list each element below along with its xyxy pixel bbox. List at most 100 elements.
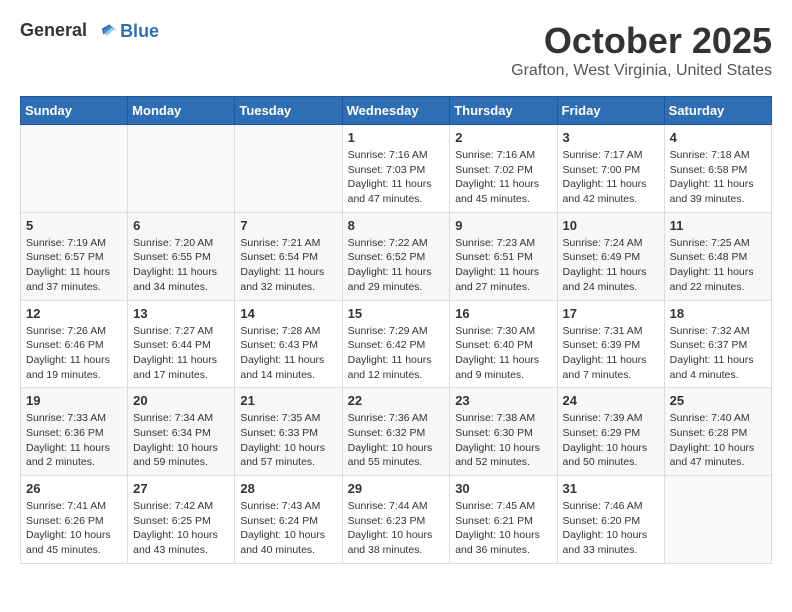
day-number: 29	[348, 481, 445, 496]
day-number: 22	[348, 393, 445, 408]
day-number: 11	[670, 218, 766, 233]
day-number: 25	[670, 393, 766, 408]
day-number: 12	[26, 306, 122, 321]
day-info: Sunrise: 7:43 AM Sunset: 6:24 PM Dayligh…	[240, 499, 336, 558]
day-info: Sunrise: 7:31 AM Sunset: 6:39 PM Dayligh…	[563, 324, 659, 383]
day-info: Sunrise: 7:23 AM Sunset: 6:51 PM Dayligh…	[455, 236, 551, 295]
calendar-week-1: 1Sunrise: 7:16 AM Sunset: 7:03 PM Daylig…	[21, 125, 772, 213]
day-info: Sunrise: 7:46 AM Sunset: 6:20 PM Dayligh…	[563, 499, 659, 558]
day-info: Sunrise: 7:19 AM Sunset: 6:57 PM Dayligh…	[26, 236, 122, 295]
day-info: Sunrise: 7:41 AM Sunset: 6:26 PM Dayligh…	[26, 499, 122, 558]
calendar-cell: 30 Sunrise: 7:45 AM Sunset: 6:21 PM Dayli…	[450, 476, 557, 564]
day-info: Sunrise: 7:42 AM Sunset: 6:25 PM Dayligh…	[133, 499, 229, 558]
day-info: Sunrise: 7:21 AM Sunset: 6:54 PM Dayligh…	[240, 236, 336, 295]
day-number: 27	[133, 481, 229, 496]
day-info: Sunrise: 7:20 AM Sunset: 6:55 PM Dayligh…	[133, 236, 229, 295]
day-number: 16	[455, 306, 551, 321]
calendar-cell: 19Sunrise: 7:33 AM Sunset: 6:36 PM Dayli…	[21, 388, 128, 476]
day-info: Sunrise: 7:26 AM Sunset: 6:46 PM Dayligh…	[26, 324, 122, 383]
calendar-cell: 31Sunrise: 7:46 AM Sunset: 6:20 PM Dayli…	[557, 476, 664, 564]
calendar-cell: 2 Sunrise: 7:16 AM Sunset: 7:02 PM Daylig…	[450, 125, 557, 213]
day-info: Sunrise: 7:25 AM Sunset: 6:48 PM Dayligh…	[670, 236, 766, 295]
day-number: 5	[26, 218, 122, 233]
calendar-header-thursday: Thursday	[450, 97, 557, 125]
calendar-cell: 3 Sunrise: 7:17 AM Sunset: 7:00 PM Daylig…	[557, 125, 664, 213]
day-info: Sunrise: 7:16 AM Sunset: 7:02 PM Dayligh…	[455, 148, 551, 207]
calendar-cell: 5 Sunrise: 7:19 AM Sunset: 6:57 PM Daylig…	[21, 212, 128, 300]
day-number: 30	[455, 481, 551, 496]
calendar-cell: 16 Sunrise: 7:30 AM Sunset: 6:40 PM Dayli…	[450, 300, 557, 388]
day-number: 23	[455, 393, 551, 408]
day-info: Sunrise: 7:40 AM Sunset: 6:28 PM Dayligh…	[670, 411, 766, 470]
calendar-cell: 1Sunrise: 7:16 AM Sunset: 7:03 PM Daylig…	[342, 125, 450, 213]
calendar-header-monday: Monday	[128, 97, 235, 125]
day-number: 18	[670, 306, 766, 321]
page-header: General Blue October 2025 Grafton, West …	[20, 20, 772, 80]
day-info: Sunrise: 7:18 AM Sunset: 6:58 PM Dayligh…	[670, 148, 766, 207]
calendar-week-2: 5 Sunrise: 7:19 AM Sunset: 6:57 PM Daylig…	[21, 212, 772, 300]
day-number: 9	[455, 218, 551, 233]
location: Grafton, West Virginia, United States	[511, 62, 772, 80]
day-info: Sunrise: 7:34 AM Sunset: 6:34 PM Dayligh…	[133, 411, 229, 470]
day-number: 26	[26, 481, 122, 496]
calendar-cell	[21, 125, 128, 213]
calendar-week-5: 26 Sunrise: 7:41 AM Sunset: 6:26 PM Dayli…	[21, 476, 772, 564]
logo-bird-icon	[96, 20, 118, 42]
day-info: Sunrise: 7:24 AM Sunset: 6:49 PM Dayligh…	[563, 236, 659, 295]
calendar-cell: 24 Sunrise: 7:39 AM Sunset: 6:29 PM Dayli…	[557, 388, 664, 476]
calendar-cell: 17 Sunrise: 7:31 AM Sunset: 6:39 PM Dayli…	[557, 300, 664, 388]
day-info: Sunrise: 7:22 AM Sunset: 6:52 PM Dayligh…	[348, 236, 445, 295]
day-number: 4	[670, 130, 766, 145]
calendar-header-row: SundayMondayTuesdayWednesdayThursdayFrid…	[21, 97, 772, 125]
day-info: Sunrise: 7:27 AM Sunset: 6:44 PM Dayligh…	[133, 324, 229, 383]
calendar-cell: 14 Sunrise: 7:28 AM Sunset: 6:43 PM Dayli…	[235, 300, 342, 388]
day-number: 24	[563, 393, 659, 408]
day-info: Sunrise: 7:33 AM Sunset: 6:36 PM Dayligh…	[26, 411, 122, 470]
day-number: 14	[240, 306, 336, 321]
day-info: Sunrise: 7:45 AM Sunset: 6:21 PM Dayligh…	[455, 499, 551, 558]
calendar-header-wednesday: Wednesday	[342, 97, 450, 125]
day-number: 17	[563, 306, 659, 321]
day-info: Sunrise: 7:30 AM Sunset: 6:40 PM Dayligh…	[455, 324, 551, 383]
calendar-cell: 10 Sunrise: 7:24 AM Sunset: 6:49 PM Dayli…	[557, 212, 664, 300]
calendar-cell: 12 Sunrise: 7:26 AM Sunset: 6:46 PM Dayli…	[21, 300, 128, 388]
day-number: 2	[455, 130, 551, 145]
calendar-cell	[128, 125, 235, 213]
calendar-cell: 23 Sunrise: 7:38 AM Sunset: 6:30 PM Dayli…	[450, 388, 557, 476]
calendar-week-4: 19Sunrise: 7:33 AM Sunset: 6:36 PM Dayli…	[21, 388, 772, 476]
title-block: October 2025 Grafton, West Virginia, Uni…	[511, 20, 772, 80]
logo: General Blue	[20, 20, 159, 42]
calendar-cell: 22 Sunrise: 7:36 AM Sunset: 6:32 PM Dayli…	[342, 388, 450, 476]
day-info: Sunrise: 7:38 AM Sunset: 6:30 PM Dayligh…	[455, 411, 551, 470]
day-info: Sunrise: 7:39 AM Sunset: 6:29 PM Dayligh…	[563, 411, 659, 470]
logo-general: General	[20, 20, 87, 40]
day-number: 7	[240, 218, 336, 233]
day-info: Sunrise: 7:32 AM Sunset: 6:37 PM Dayligh…	[670, 324, 766, 383]
month-title: October 2025	[511, 20, 772, 62]
day-number: 15	[348, 306, 445, 321]
calendar-header-friday: Friday	[557, 97, 664, 125]
day-info: Sunrise: 7:29 AM Sunset: 6:42 PM Dayligh…	[348, 324, 445, 383]
day-number: 20	[133, 393, 229, 408]
calendar-cell: 13Sunrise: 7:27 AM Sunset: 6:44 PM Dayli…	[128, 300, 235, 388]
calendar-week-3: 12 Sunrise: 7:26 AM Sunset: 6:46 PM Dayli…	[21, 300, 772, 388]
calendar-cell: 8 Sunrise: 7:22 AM Sunset: 6:52 PM Daylig…	[342, 212, 450, 300]
day-info: Sunrise: 7:28 AM Sunset: 6:43 PM Dayligh…	[240, 324, 336, 383]
calendar-cell: 15 Sunrise: 7:29 AM Sunset: 6:42 PM Dayli…	[342, 300, 450, 388]
calendar-cell: 6 Sunrise: 7:20 AM Sunset: 6:55 PM Daylig…	[128, 212, 235, 300]
day-info: Sunrise: 7:17 AM Sunset: 7:00 PM Dayligh…	[563, 148, 659, 207]
day-info: Sunrise: 7:35 AM Sunset: 6:33 PM Dayligh…	[240, 411, 336, 470]
day-number: 28	[240, 481, 336, 496]
day-number: 21	[240, 393, 336, 408]
day-info: Sunrise: 7:16 AM Sunset: 7:03 PM Dayligh…	[348, 148, 445, 207]
calendar-header-saturday: Saturday	[664, 97, 771, 125]
day-number: 6	[133, 218, 229, 233]
day-number: 8	[348, 218, 445, 233]
day-info: Sunrise: 7:36 AM Sunset: 6:32 PM Dayligh…	[348, 411, 445, 470]
day-number: 10	[563, 218, 659, 233]
logo-blue: Blue	[120, 21, 159, 42]
calendar-cell: 21 Sunrise: 7:35 AM Sunset: 6:33 PM Dayli…	[235, 388, 342, 476]
calendar-cell: 20 Sunrise: 7:34 AM Sunset: 6:34 PM Dayli…	[128, 388, 235, 476]
day-number: 3	[563, 130, 659, 145]
calendar-cell: 27 Sunrise: 7:42 AM Sunset: 6:25 PM Dayli…	[128, 476, 235, 564]
